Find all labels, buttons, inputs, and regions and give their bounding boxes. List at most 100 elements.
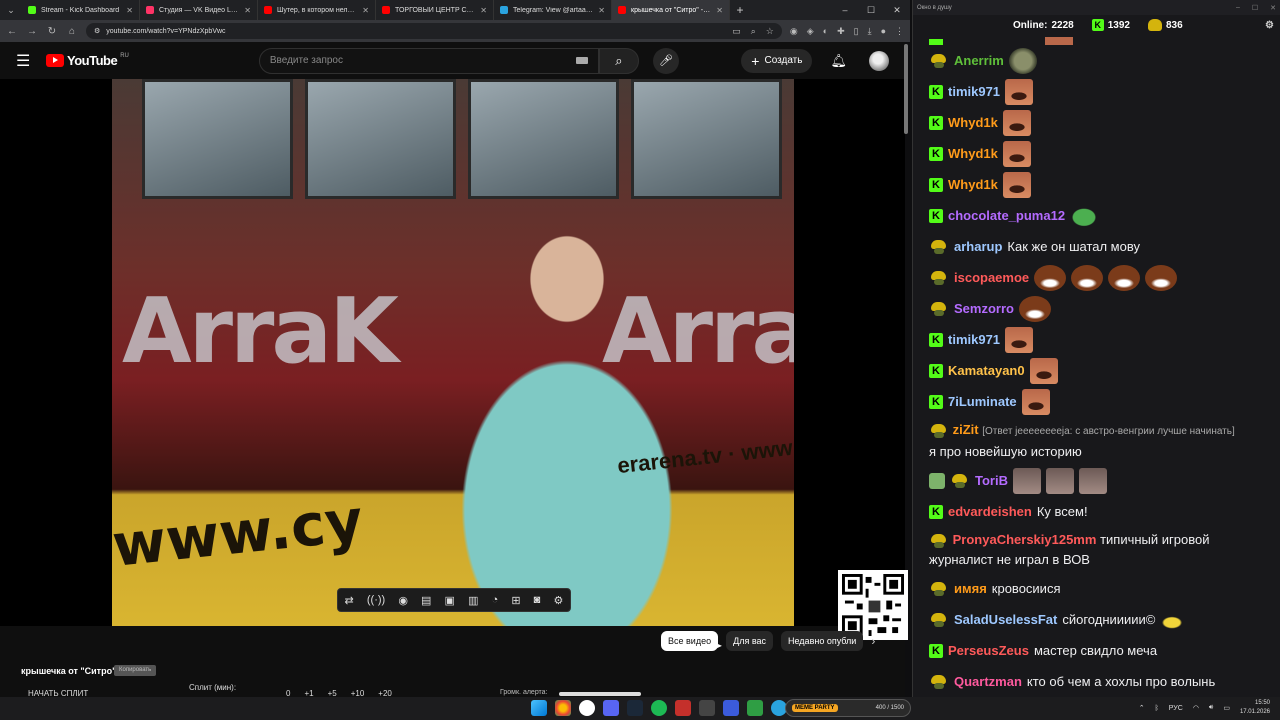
- tab-close-icon[interactable]: ✕: [362, 6, 369, 15]
- chat-username[interactable]: Quartzman: [954, 674, 1022, 689]
- chat-username[interactable]: PronyaCherskiy125mm: [953, 532, 1097, 547]
- chat-username[interactable]: Semzorro: [954, 301, 1014, 316]
- youtube-logo[interactable]: YouTube RU: [46, 53, 129, 68]
- camera-icon[interactable]: ◙: [534, 594, 541, 606]
- chat-username[interactable]: iscopaemoe: [954, 270, 1029, 285]
- extension-icon[interactable]: ◈: [807, 26, 814, 37]
- profile-icon[interactable]: ●: [881, 26, 886, 37]
- eye-icon[interactable]: ◉: [398, 594, 408, 607]
- tab-close-icon[interactable]: ✕: [244, 6, 251, 15]
- broadcast-icon[interactable]: ((·)): [367, 594, 385, 606]
- url-input[interactable]: ⚙ youtube.com/watch?v=YPNdzXpbVwc ▭ ⌕ ☆: [86, 23, 782, 39]
- tray-chevron-icon[interactable]: ⌃: [1139, 704, 1145, 712]
- notifications-bell-icon[interactable]: 🔔︎: [830, 53, 847, 69]
- chat-username[interactable]: chocolate_puma12: [948, 208, 1065, 223]
- home-icon[interactable]: ⌂: [66, 26, 78, 37]
- cast-icon[interactable]: ▭: [732, 26, 741, 37]
- keyboard-icon[interactable]: [575, 57, 588, 64]
- search-button[interactable]: ⌕: [598, 47, 639, 74]
- chat-username[interactable]: ziZit: [953, 422, 979, 437]
- volume-icon[interactable]: 🔊︎: [1209, 704, 1213, 712]
- chat-username[interactable]: Whyd1k: [948, 177, 998, 192]
- chip-all-videos[interactable]: Все видео: [661, 631, 719, 651]
- search-input[interactable]: Введите запрос: [258, 47, 599, 74]
- close-icon[interactable]: ✕: [1270, 4, 1276, 12]
- reload-icon[interactable]: ↻: [46, 26, 58, 37]
- video-player[interactable]: ArraK ArraK www.cy erarena.tv · www: [0, 79, 905, 626]
- aspect-icon[interactable]: ▣: [445, 594, 455, 607]
- menu-kebab-icon[interactable]: ⋮: [895, 26, 904, 37]
- subtitles-icon[interactable]: ▥: [468, 594, 478, 607]
- chrome-icon[interactable]: [555, 700, 571, 716]
- chat-username[interactable]: edvardeishen: [948, 504, 1032, 519]
- maximize-icon[interactable]: ☐: [1252, 4, 1258, 12]
- windows-start-icon[interactable]: [531, 700, 547, 716]
- chat-username[interactable]: PerseusZeus: [948, 643, 1029, 658]
- wifi-icon[interactable]: ◠: [1193, 704, 1199, 712]
- tab-search-icon[interactable]: ⌄: [0, 0, 22, 20]
- tab-close-icon[interactable]: ✕: [480, 6, 487, 15]
- new-tab-button[interactable]: +: [730, 3, 750, 17]
- back-icon[interactable]: ←: [6, 26, 18, 37]
- download-icon[interactable]: ⤓: [868, 26, 872, 37]
- meme-party-widget[interactable]: MEME PARTY 400 / 1500: [785, 699, 911, 717]
- zoom-icon[interactable]: ⌕: [751, 26, 756, 37]
- browser-tab[interactable]: Студия — VK Видео Live ✕: [140, 0, 258, 20]
- create-button[interactable]: + Создать: [741, 48, 813, 73]
- browser-tab[interactable]: Шутер, в котором нельзя стр... ✕: [258, 0, 376, 20]
- app-icon[interactable]: [675, 700, 691, 716]
- close-icon[interactable]: ✕: [884, 5, 910, 16]
- sidepanel-icon[interactable]: ▯: [854, 26, 859, 37]
- chat-username[interactable]: SaladUselessFat: [954, 612, 1057, 627]
- chat-reply-quote[interactable]: [Ответ jeeeeeeeeja: с австро-венгрии луч…: [982, 426, 1235, 437]
- chip-recently-uploaded[interactable]: Недавно опубли: [781, 631, 864, 651]
- app-icon[interactable]: [747, 700, 763, 716]
- page-scrollbar[interactable]: [904, 44, 908, 134]
- chat-username[interactable]: имяя: [954, 581, 987, 596]
- chip-for-you[interactable]: Для вас: [726, 631, 773, 651]
- browser-tab[interactable]: Telegram: View @artaamonova ✕: [494, 0, 612, 20]
- clock[interactable]: 15:50 17.01.2026: [1240, 699, 1270, 717]
- tab-close-icon[interactable]: ✕: [716, 6, 723, 15]
- chat-settings-icon[interactable]: ⚙: [1265, 20, 1274, 31]
- gear-icon[interactable]: ⚙: [553, 594, 563, 607]
- browser-tab[interactable]: крышечка от "Ситро" - Yo ✕: [612, 0, 730, 20]
- app-icon[interactable]: [699, 700, 715, 716]
- maximize-icon[interactable]: ☐: [858, 5, 884, 16]
- chevron-right-icon[interactable]: ›: [871, 631, 875, 651]
- browser-tab[interactable]: ТОРГОВЫЙ ЦЕНТР СМЕРТИ - ✕: [376, 0, 494, 20]
- puzzle-icon[interactable]: ✚: [837, 26, 845, 37]
- chat-username[interactable]: timik971: [948, 84, 1000, 99]
- minimize-icon[interactable]: –: [1236, 4, 1240, 12]
- speedometer-icon[interactable]: ◔: [492, 594, 499, 606]
- extension-icon[interactable]: ◐: [823, 26, 828, 37]
- account-avatar[interactable]: [869, 50, 889, 71]
- battery-icon[interactable]: ▭: [1223, 704, 1230, 712]
- chat-username[interactable]: arharup: [954, 239, 1002, 254]
- extension-icon[interactable]: ◉: [790, 26, 798, 37]
- chat-username[interactable]: ToriB: [975, 473, 1008, 488]
- chat-username[interactable]: timik971: [948, 332, 1000, 347]
- minimize-icon[interactable]: –: [832, 5, 858, 16]
- player-icon[interactable]: [723, 700, 739, 716]
- hamburger-menu-icon[interactable]: ☰: [16, 51, 40, 71]
- forward-icon[interactable]: →: [26, 26, 38, 37]
- bookmark-star-icon[interactable]: ☆: [766, 26, 774, 37]
- site-info-icon[interactable]: ⚙: [94, 27, 100, 35]
- plus-box-icon[interactable]: ⊞: [511, 594, 520, 607]
- chat-username[interactable]: 7iLuminate: [948, 394, 1017, 409]
- chat-username[interactable]: Whyd1k: [948, 115, 998, 130]
- bluetooth-icon[interactable]: ᛒ: [1155, 705, 1159, 712]
- browser-tab[interactable]: Stream - Kick Dashboard ✕: [22, 0, 140, 20]
- repeat-icon[interactable]: ⇄: [345, 594, 354, 607]
- language-indicator[interactable]: РУС: [1169, 705, 1183, 712]
- chat-username[interactable]: Kamatayan0: [948, 363, 1025, 378]
- tab-close-icon[interactable]: ✕: [598, 6, 605, 15]
- discord-icon[interactable]: [603, 700, 619, 716]
- clapperboard-icon[interactable]: ▤: [421, 594, 431, 607]
- voice-search-button[interactable]: 🎤︎: [652, 47, 679, 74]
- chat-username[interactable]: Anerrim: [954, 53, 1004, 68]
- alert-volume-slider[interactable]: [559, 692, 641, 696]
- steam-icon[interactable]: [627, 700, 643, 716]
- obs-icon[interactable]: [579, 700, 595, 716]
